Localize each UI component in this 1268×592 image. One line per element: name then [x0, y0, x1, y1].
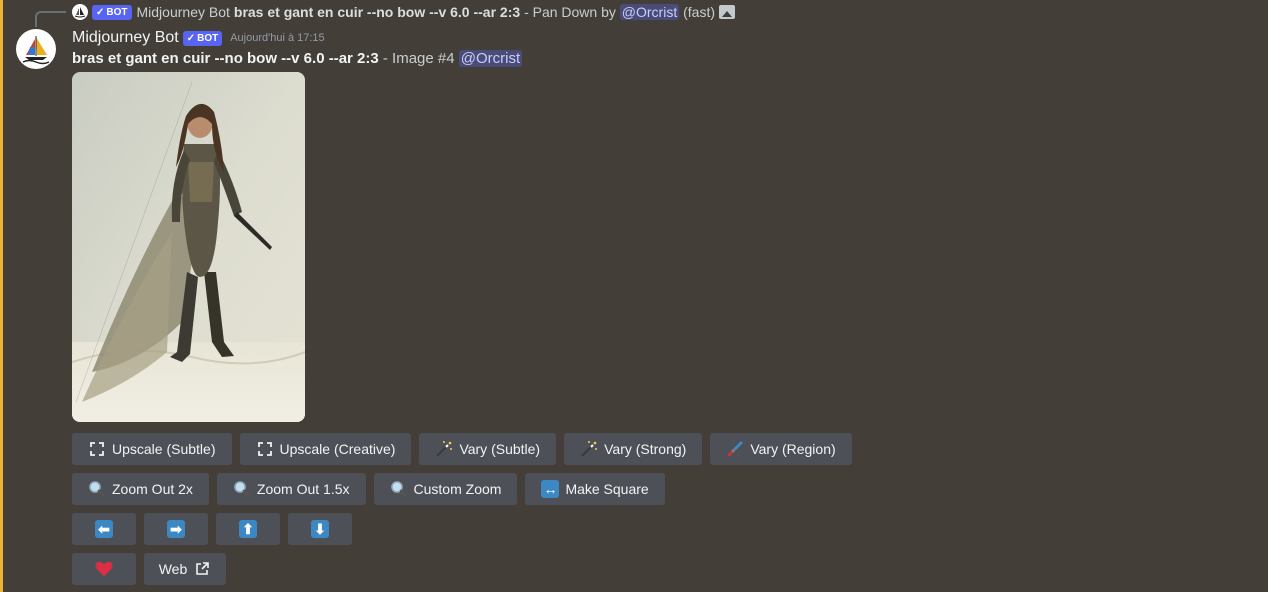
- image-icon: [719, 5, 735, 19]
- web-link-button[interactable]: Web: [144, 553, 226, 585]
- arrow-down-icon: ⬇: [311, 520, 329, 538]
- left-right-arrow-icon: ↔: [541, 480, 560, 498]
- button-label: Zoom Out 1.5x: [256, 481, 350, 497]
- zoom-out-1-5x-button[interactable]: Zoom Out 1.5x: [216, 473, 366, 505]
- prompt-text: bras et gant en cuir --no bow --v 6.0 --…: [72, 50, 379, 67]
- vary-subtle-button[interactable]: Vary (Subtle): [419, 433, 557, 465]
- reply-spine: [35, 11, 66, 27]
- reply-suffix: - Pan Down by: [524, 4, 616, 20]
- button-label: Upscale (Subtle): [112, 441, 216, 457]
- expand-icon: [256, 440, 274, 458]
- button-label: Custom Zoom: [413, 481, 502, 497]
- reply-author[interactable]: Midjourney Bot: [137, 4, 230, 20]
- verified-check-icon: ✓: [96, 6, 105, 18]
- pan-up-button[interactable]: ⬆: [216, 513, 280, 545]
- button-row-3: ⬅ ➡ ⬆ ⬇: [72, 513, 352, 545]
- reply-content[interactable]: bras et gant en cuir --no bow --v 6.0 --…: [234, 4, 715, 20]
- paintbrush-icon: [726, 440, 744, 458]
- upscale-subtle-button[interactable]: Upscale (Subtle): [72, 433, 232, 465]
- avatar[interactable]: [16, 29, 56, 69]
- button-label: Vary (Strong): [604, 441, 687, 457]
- vary-strong-button[interactable]: Vary (Strong): [564, 433, 703, 465]
- make-square-button[interactable]: ↔ Make Square: [525, 473, 665, 505]
- custom-zoom-button[interactable]: Custom Zoom: [373, 473, 518, 505]
- button-label: Zoom Out 2x: [112, 481, 193, 497]
- magic-wand-icon: [435, 440, 453, 458]
- expand-icon: [88, 440, 106, 458]
- message-header: Midjourney Bot ✓ BOT Aujourd'hui à 17:15: [72, 28, 325, 48]
- highlight-bar: [0, 0, 3, 592]
- reply-reference[interactable]: ✓ BOT Midjourney Bot bras et gant en cuir…: [72, 3, 735, 21]
- external-link-icon: [193, 560, 211, 578]
- reply-bot-tag: ✓ BOT: [92, 4, 132, 20]
- button-label: Make Square: [565, 481, 649, 497]
- magic-wand-icon: [580, 440, 598, 458]
- arrow-right-icon: ➡: [167, 520, 185, 538]
- pan-right-button[interactable]: ➡: [144, 513, 208, 545]
- reply-mode: (fast): [683, 4, 715, 20]
- reply-mention[interactable]: @Orcrist: [619, 4, 680, 20]
- button-row-4: Web: [72, 553, 226, 585]
- verified-check-icon: ✓: [186, 32, 196, 44]
- heart-icon: [95, 560, 113, 578]
- favorite-button[interactable]: [72, 553, 136, 585]
- arrow-up-icon: ⬆: [239, 520, 257, 538]
- button-label: Vary (Subtle): [459, 441, 541, 457]
- timestamp[interactable]: Aujourd'hui à 17:15: [230, 32, 324, 44]
- button-label: Upscale (Creative): [279, 441, 396, 457]
- magnifier-icon: [88, 480, 106, 498]
- image-label: - Image #4: [382, 50, 455, 67]
- arrow-left-icon: ⬅: [95, 520, 113, 538]
- pan-left-button[interactable]: ⬅: [72, 513, 136, 545]
- zoom-out-2x-button[interactable]: Zoom Out 2x: [72, 473, 209, 505]
- reply-avatar[interactable]: [72, 4, 88, 20]
- magnifier-icon: [390, 480, 408, 498]
- magnifier-icon: [233, 480, 251, 498]
- user-mention[interactable]: @Orcrist: [458, 50, 523, 67]
- reply-prompt: bras et gant en cuir --no bow --v 6.0 --…: [233, 4, 521, 20]
- message-author[interactable]: Midjourney Bot: [72, 29, 179, 47]
- button-row-2: Zoom Out 2x Zoom Out 1.5x Custom Zoom ↔ …: [72, 473, 665, 505]
- pan-down-button[interactable]: ⬇: [288, 513, 352, 545]
- message-content: bras et gant en cuir --no bow --v 6.0 --…: [72, 50, 523, 67]
- button-label: Vary (Region): [750, 441, 836, 457]
- button-row-1: Upscale (Subtle) Upscale (Creative) Vary…: [72, 433, 852, 465]
- generated-image[interactable]: [72, 72, 305, 422]
- button-label: Web: [158, 561, 188, 577]
- bot-tag: ✓ BOT: [182, 30, 223, 46]
- upscale-creative-button[interactable]: Upscale (Creative): [239, 433, 412, 465]
- vary-region-button[interactable]: Vary (Region): [710, 433, 852, 465]
